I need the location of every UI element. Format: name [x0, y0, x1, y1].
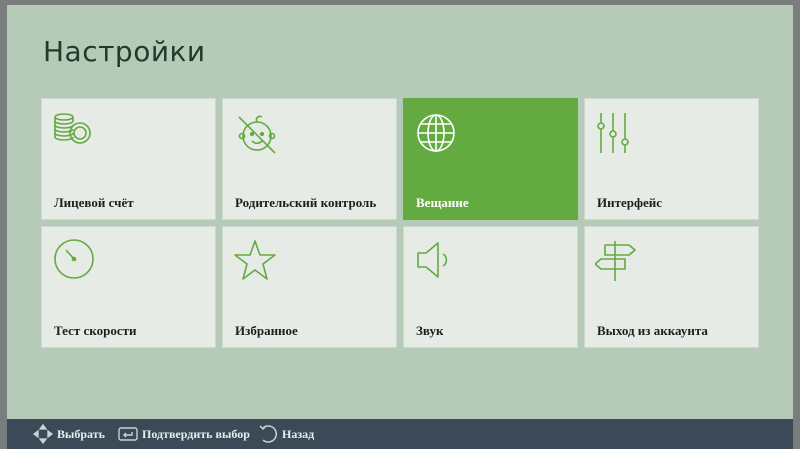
child-lock-icon — [233, 109, 279, 155]
tile-label: Выход из аккаунта — [597, 323, 708, 338]
hint-back: Назад — [257, 419, 314, 449]
hint-select: Выбрать — [32, 419, 105, 449]
enter-icon — [117, 423, 139, 445]
star-icon — [233, 237, 279, 283]
speaker-icon — [414, 237, 460, 283]
tile-sound[interactable]: Звук — [403, 226, 578, 348]
hint-label: Подтвердить выбор — [142, 426, 250, 441]
tile-label: Тест скорости — [54, 323, 137, 338]
tile-label: Интерфейс — [597, 195, 663, 210]
back-icon — [257, 423, 279, 445]
tile-label: Звук — [416, 323, 444, 338]
coins-icon — [52, 109, 98, 155]
tile-interface[interactable]: Интерфейс — [584, 98, 759, 220]
tile-label: Родительский контроль — [235, 195, 377, 210]
sliders-icon — [595, 109, 641, 155]
globe-icon — [414, 109, 460, 155]
tile-label: Вещание — [416, 195, 469, 210]
tile-speed-test[interactable]: Тест скорости — [41, 226, 216, 348]
tile-logout[interactable]: Выход из аккаунта — [584, 226, 759, 348]
tile-favorites[interactable]: Избранное — [222, 226, 397, 348]
dpad-icon — [32, 423, 54, 445]
tile-label: Лицевой счёт — [54, 195, 134, 210]
settings-screen: Настройки Лицевой счёт Родительский конт… — [7, 5, 793, 419]
tile-label: Избранное — [235, 323, 298, 338]
hint-confirm: Подтвердить выбор — [117, 419, 250, 449]
footer-hints-bar: Выбрать Подтвердить выбор Назад — [7, 419, 793, 449]
speedometer-icon — [52, 237, 98, 283]
tile-broadcast[interactable]: Вещание — [403, 98, 578, 220]
page-title: Настройки — [43, 35, 206, 68]
hint-label: Выбрать — [57, 426, 105, 441]
hint-label: Назад — [282, 426, 315, 441]
signpost-icon — [595, 237, 641, 283]
tile-account[interactable]: Лицевой счёт — [41, 98, 216, 220]
tile-parental-control[interactable]: Родительский контроль — [222, 98, 397, 220]
